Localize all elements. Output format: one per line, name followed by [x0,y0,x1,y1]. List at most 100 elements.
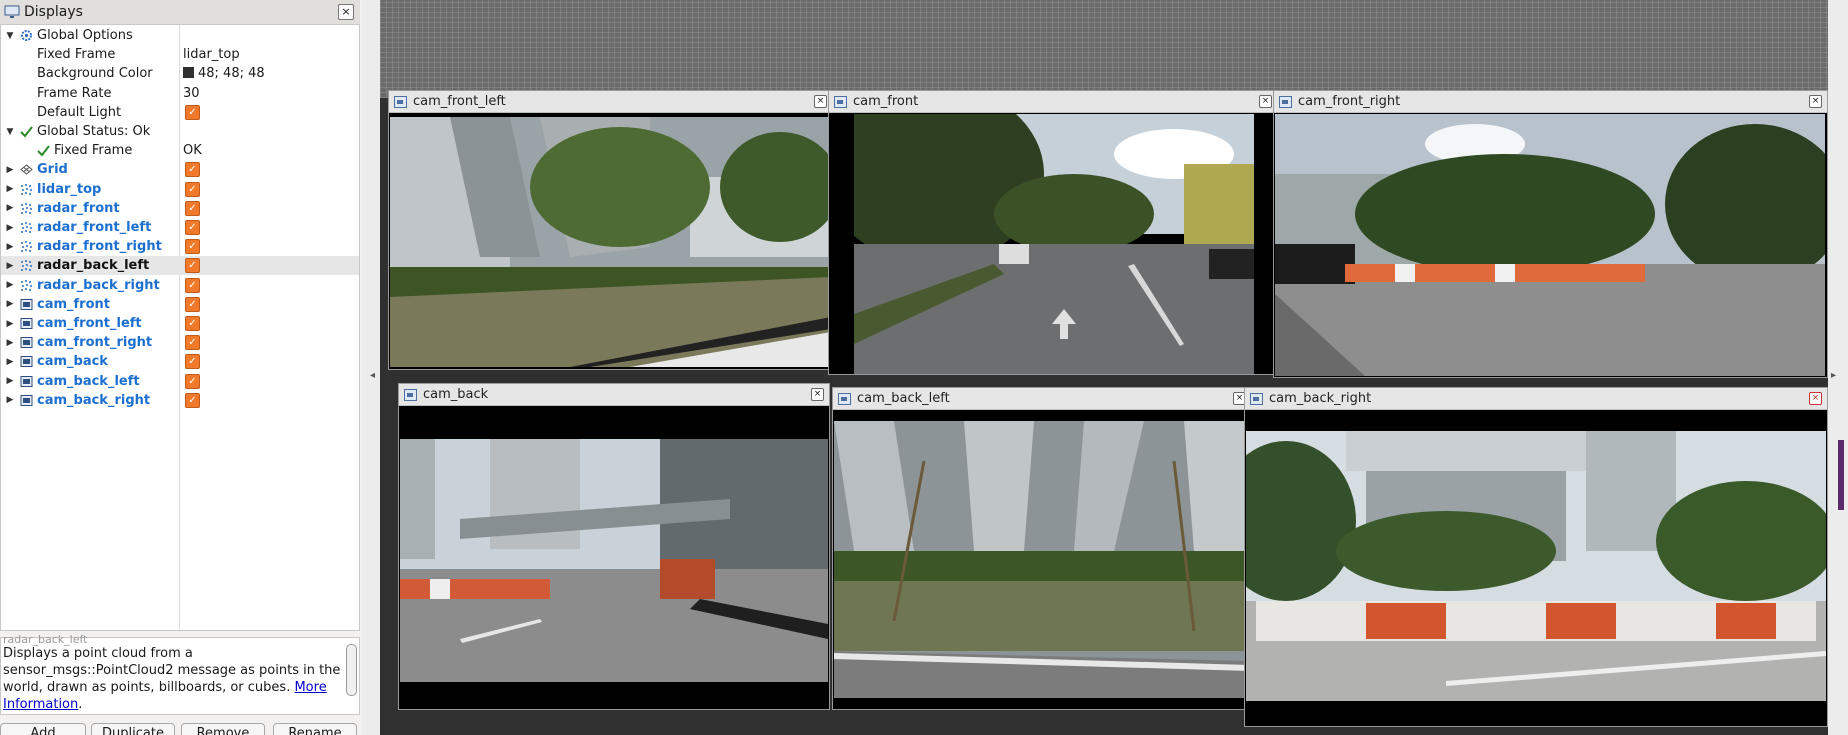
close-icon[interactable]: × [1809,95,1822,108]
camera-title-bar[interactable]: cam_front_right × [1274,91,1827,113]
window-edge-strip [1838,440,1844,510]
enabled-checkbox[interactable]: ✓ [185,316,200,331]
expand-right-icon[interactable]: ▶ [5,242,15,252]
expand-right-icon[interactable]: ▶ [5,223,15,233]
tree-row-value[interactable]: 30 [183,86,200,101]
camera-panel-cam-front-right[interactable]: cam_front_right × [1273,90,1828,378]
expand-right-icon[interactable]: ▶ [5,261,15,271]
duplicate-button[interactable]: Duplicate [91,723,175,735]
tree-row[interactable]: ▶ cam_front_right ✓ [1,333,359,352]
camera-title-bar[interactable]: cam_front_left × [389,91,832,113]
enabled-checkbox[interactable]: ✓ [185,354,200,370]
tree-row[interactable]: ▶ cam_front ✓ [1,295,359,314]
tree-row[interactable]: ▶ radar_front_left ✓ [1,218,359,237]
expand-right-icon[interactable]: ▶ [5,376,15,386]
check-icon [36,144,50,158]
tree-row[interactable]: Fixed Frame OK [1,141,359,160]
tree-row[interactable]: ▶ lidar_top ✓ [1,180,359,199]
camera-title-bar[interactable]: cam_back × [399,384,829,406]
image-icon [404,388,417,401]
remove-button[interactable]: Remove [181,723,265,735]
tree-row[interactable]: Frame Rate 30 [1,84,359,103]
description-box: radar_back_left Displays a point cloud f… [0,633,360,715]
expand-down-icon[interactable]: ▼ [5,127,15,137]
enabled-checkbox[interactable]: ✓ [185,200,200,216]
camera-panel-cam-front-left[interactable]: cam_front_left × [388,90,833,370]
enabled-checkbox[interactable]: ✓ [185,239,200,255]
description-title: radar_back_left [3,633,88,646]
tree-row[interactable]: ▼ Global Options [1,26,359,45]
camera-panel-cam-back-left[interactable]: cam_back_left × [832,387,1252,710]
camera-image [834,421,1250,698]
enabled-checkbox[interactable]: ✓ [185,392,200,408]
check-icon [19,125,33,139]
panel-splitter[interactable]: ◂ [362,0,380,735]
camera-panel-cam-front[interactable]: cam_front × [828,90,1278,375]
description-period: . [78,697,83,712]
expand-right-icon[interactable]: ▶ [5,280,15,290]
color-swatch[interactable] [183,67,194,79]
expand-down-icon[interactable]: ▼ [5,31,15,41]
camera-image [854,114,1254,374]
close-icon[interactable]: × [814,95,827,108]
tree-row[interactable]: ▶ radar_back_left ✓ [1,256,359,276]
enabled-checkbox[interactable]: ✓ [185,373,200,389]
camera-panel-cam-back[interactable]: cam_back × [398,383,830,710]
tree-row[interactable]: Background Color 48; 48; 48 [1,64,359,83]
tree-row-label: Global Options [37,28,133,43]
enabled-checkbox[interactable]: ✓ [185,335,200,351]
tree-row-label: cam_front_left [37,316,142,331]
render-view[interactable]: cam_front_left × cam_front × cam_front_r… [380,0,1828,735]
expand-right-icon[interactable]: ▶ [5,357,15,367]
tree-row[interactable]: Fixed Frame lidar_top [1,45,359,64]
enabled-checkbox[interactable]: ✓ [185,162,200,178]
close-icon[interactable]: × [1809,392,1822,405]
camera-title-bar[interactable]: cam_back_left × [833,388,1251,410]
expand-right-icon[interactable]: ▶ [5,299,15,309]
add-button[interactable]: Add [0,723,86,735]
tree-row[interactable]: ▶ cam_back_left ✓ [1,372,359,391]
tree-row-label: Grid [37,162,68,178]
panel-title-bar: Displays × [0,0,360,25]
tree-row[interactable]: ▶ radar_back_right ✓ [1,276,359,295]
rename-button[interactable]: Rename [273,723,357,735]
enabled-checkbox[interactable]: ✓ [185,277,200,293]
camera-icon [19,374,33,388]
tree-row[interactable]: ▼ Global Status: Ok [1,122,359,141]
tree-row[interactable]: ▶ radar_front_right ✓ [1,237,359,256]
tree-row[interactable]: ▶ cam_back ✓ [1,352,359,371]
camera-title-bar[interactable]: cam_back_right × [1245,388,1827,410]
expand-right-icon[interactable]: ▶ [5,319,15,329]
camera-title: cam_back_right [1269,391,1372,406]
enabled-checkbox[interactable]: ✓ [185,220,200,235]
expand-right-icon[interactable]: ▶ [5,184,15,194]
enabled-checkbox[interactable]: ✓ [185,104,200,120]
enabled-checkbox[interactable]: ✓ [185,181,200,197]
expand-right-icon[interactable]: ▶ [5,338,15,348]
tree-row-value[interactable]: 48; 48; 48 [183,66,265,81]
tree-row[interactable]: ▶ cam_back_right ✓ [1,391,359,410]
collapse-left-icon[interactable]: ◂ [370,370,375,381]
tree-row[interactable]: ▶ radar_front ✓ [1,199,359,218]
close-icon[interactable]: × [338,4,354,20]
tree-row-value: OK [183,143,202,159]
description-scrollbar[interactable] [346,644,357,696]
tree-row[interactable]: ▶ Grid ✓ [1,160,359,179]
tree-row-value[interactable]: lidar_top [183,47,240,62]
enabled-checkbox[interactable]: ✓ [185,296,200,312]
tree-row[interactable]: Default Light ✓ [1,103,359,122]
expand-right-icon[interactable]: ▶ [5,165,15,175]
close-icon[interactable]: × [811,388,824,401]
enabled-checkbox[interactable]: ✓ [185,258,200,274]
camera-title-bar[interactable]: cam_front × [829,91,1277,113]
tree-row-label: radar_back_right [37,277,160,293]
expand-right-icon[interactable]: ▶ [5,203,15,213]
tree-row-label: radar_front [37,200,120,216]
tree-row[interactable]: ▶ cam_front_left ✓ [1,314,359,333]
camera-panel-cam-back-right[interactable]: cam_back_right × [1244,387,1828,727]
pointcloud-icon [19,182,33,196]
close-icon[interactable]: × [1259,95,1272,108]
expand-right-icon[interactable]: ▶ [5,395,15,405]
collapse-right-icon[interactable]: ▸ [1831,370,1836,381]
camera-icon [19,336,33,350]
